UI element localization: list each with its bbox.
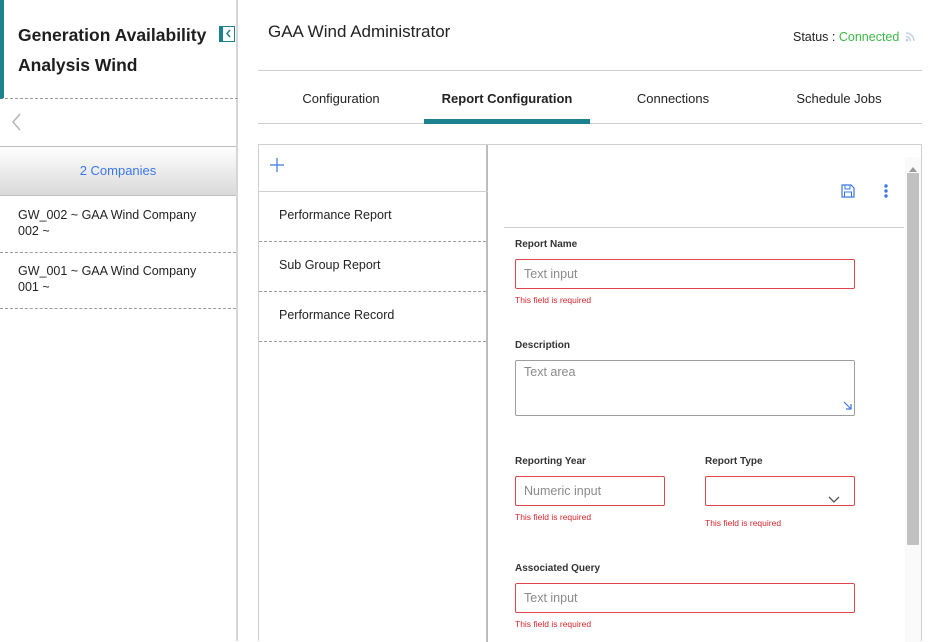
list-item[interactable]: Sub Group Report: [259, 242, 486, 292]
save-icon[interactable]: [840, 183, 856, 204]
scrollbar[interactable]: [905, 157, 921, 642]
reporting-year-input[interactable]: Numeric input: [515, 476, 665, 506]
list-item[interactable]: GW_001 ~ GAA Wind Company 001 ~: [0, 253, 236, 309]
list-item[interactable]: Performance Report: [259, 192, 486, 242]
report-type-select[interactable]: [705, 476, 855, 506]
chevron-down-icon: [828, 486, 840, 514]
rss-icon: [905, 31, 916, 45]
reporting-year-error: This field is required: [515, 512, 592, 522]
report-type-error: This field is required: [705, 518, 782, 528]
sidebar: Generation Availability Analysis Wind 2 …: [0, 0, 238, 641]
tab-configuration[interactable]: Configuration: [258, 76, 424, 123]
page-title: GAA Wind Administrator: [268, 22, 451, 41]
company-list: GW_002 ~ GAA Wind Company 002 ~ GW_001 ~…: [0, 197, 236, 309]
tab-connections[interactable]: Connections: [590, 76, 756, 123]
connection-status: Status : Connected: [793, 30, 916, 45]
report-list-column: Performance Report Sub Group Report Perf…: [259, 145, 488, 642]
report-config-panel: Performance Report Sub Group Report Perf…: [258, 144, 922, 642]
description-placeholder: Text area: [524, 365, 576, 379]
status-value: Connected: [838, 30, 900, 44]
associated-query-input[interactable]: Text input: [515, 583, 855, 613]
list-item[interactable]: Performance Record: [259, 292, 486, 342]
tab-bar: Configuration Report Configuration Conne…: [258, 76, 922, 124]
resize-handle-icon[interactable]: [843, 399, 852, 413]
report-form: Report Name Text input This field is req…: [490, 145, 922, 642]
report-name-error: This field is required: [515, 295, 592, 305]
description-textarea[interactable]: Text area: [515, 360, 855, 416]
report-name-label: Report Name: [515, 239, 578, 250]
report-list: Performance Report Sub Group Report Perf…: [259, 191, 488, 342]
header-divider: [258, 70, 922, 71]
report-name-input[interactable]: Text input: [515, 259, 855, 289]
chevron-left-icon[interactable]: [10, 112, 24, 132]
associated-query-label: Associated Query: [515, 563, 601, 574]
associated-query-error: This field is required: [515, 619, 592, 629]
status-label: Status :: [793, 30, 839, 44]
tab-report-configuration[interactable]: Report Configuration: [424, 76, 590, 124]
sidebar-title: Generation Availability Analysis Wind: [18, 25, 207, 75]
form-divider: [504, 227, 904, 228]
list-item[interactable]: GW_002 ~ GAA Wind Company 002 ~: [0, 197, 236, 253]
reporting-year-label: Reporting Year: [515, 456, 586, 467]
report-type-label: Report Type: [705, 456, 763, 467]
plus-icon[interactable]: [269, 157, 285, 173]
description-label: Description: [515, 340, 571, 351]
tab-schedule-jobs[interactable]: Schedule Jobs: [756, 76, 922, 123]
collapse-sidebar-icon[interactable]: [219, 26, 235, 42]
scrollbar-thumb[interactable]: [907, 173, 919, 545]
more-vertical-icon[interactable]: [883, 183, 889, 204]
companies-count-header[interactable]: 2 Companies: [0, 146, 236, 196]
sidebar-header: Generation Availability Analysis Wind: [0, 0, 238, 99]
